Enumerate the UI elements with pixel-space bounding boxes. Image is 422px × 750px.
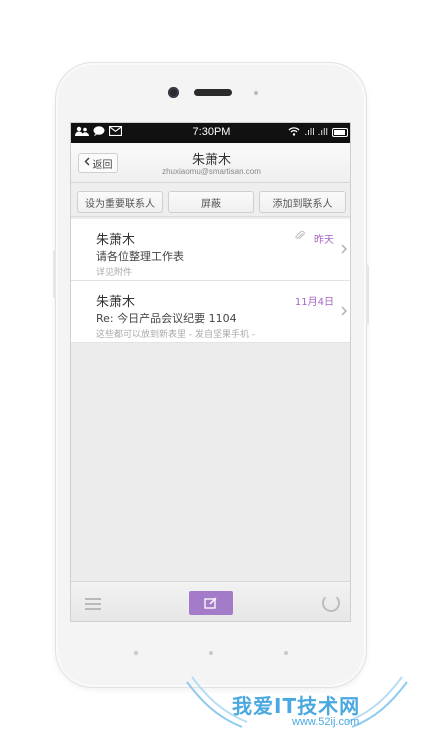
email-date: 昨天 [314,235,334,246]
compose-icon [204,594,218,613]
volume-button [53,250,56,298]
chevron-right-icon [341,305,347,319]
battery-icon [332,128,348,137]
contact-email: zhuxiaomu@smartisan.com [162,167,261,176]
menu-key[interactable] [284,651,288,655]
signal-text: .ıll .ıll [304,127,328,138]
email-row[interactable]: 朱萧木 请各位整理工作表 详见附件 昨天 [71,219,350,281]
status-bar: 7:30PM .ıll .ıll [71,123,350,143]
sensor [254,91,258,95]
back-key[interactable] [134,651,138,655]
earpiece [194,89,232,96]
action-bar: 设为重要联系人 屏蔽 添加到联系人 [71,183,350,217]
email-sender: 朱萧木 [96,295,136,310]
block-button[interactable]: 屏蔽 [168,191,254,213]
menu-icon[interactable] [85,598,101,610]
home-key[interactable] [209,651,213,655]
attachment-icon [295,230,305,244]
wifi-icon [288,126,300,139]
watermark-title: 我爱IT技术网 [232,694,361,718]
chevron-right-icon [341,243,347,257]
status-right-icons: .ıll .ıll [288,126,348,139]
email-preview: 这些都可以放到新表里 - 发自坚果手机 - [96,330,256,340]
email-subject: Re: 今日产品会议纪要 1104 [96,312,237,325]
header: 返回 朱萧木 zhuxiaomu@smartisan.com [71,143,350,183]
add-contact-button[interactable]: 添加到联系人 [259,191,346,213]
watermark-url: www.52ij.com [292,716,360,728]
compose-button[interactable] [189,591,233,615]
email-row[interactable]: 朱萧木 Re: 今日产品会议纪要 1104 这些都可以放到新表里 - 发自坚果手… [71,281,350,343]
email-date: 11月4日 [294,297,334,308]
contact-name-title: 朱萧木 [191,153,231,168]
email-sender: 朱萧木 [96,233,136,248]
bottom-toolbar [71,581,350,621]
mark-important-button[interactable]: 设为重要联系人 [77,191,163,213]
email-list: 朱萧木 请各位整理工作表 详见附件 昨天 朱萧木 Re: 今日产品会议纪要 11… [71,219,350,343]
power-button [366,265,369,325]
front-camera [168,87,179,98]
refresh-icon[interactable] [322,594,340,612]
site-watermark: 我爱IT技术网 www.52ij.com [182,672,412,742]
email-preview: 详见附件 [96,268,133,278]
email-subject: 请各位整理工作表 [96,250,184,263]
page: 7:30PM .ıll .ıll 返回 朱萧木 zhuxiaomu@smarti… [0,0,422,750]
phone-screen: 7:30PM .ıll .ıll 返回 朱萧木 zhuxiaomu@smarti… [70,122,351,622]
